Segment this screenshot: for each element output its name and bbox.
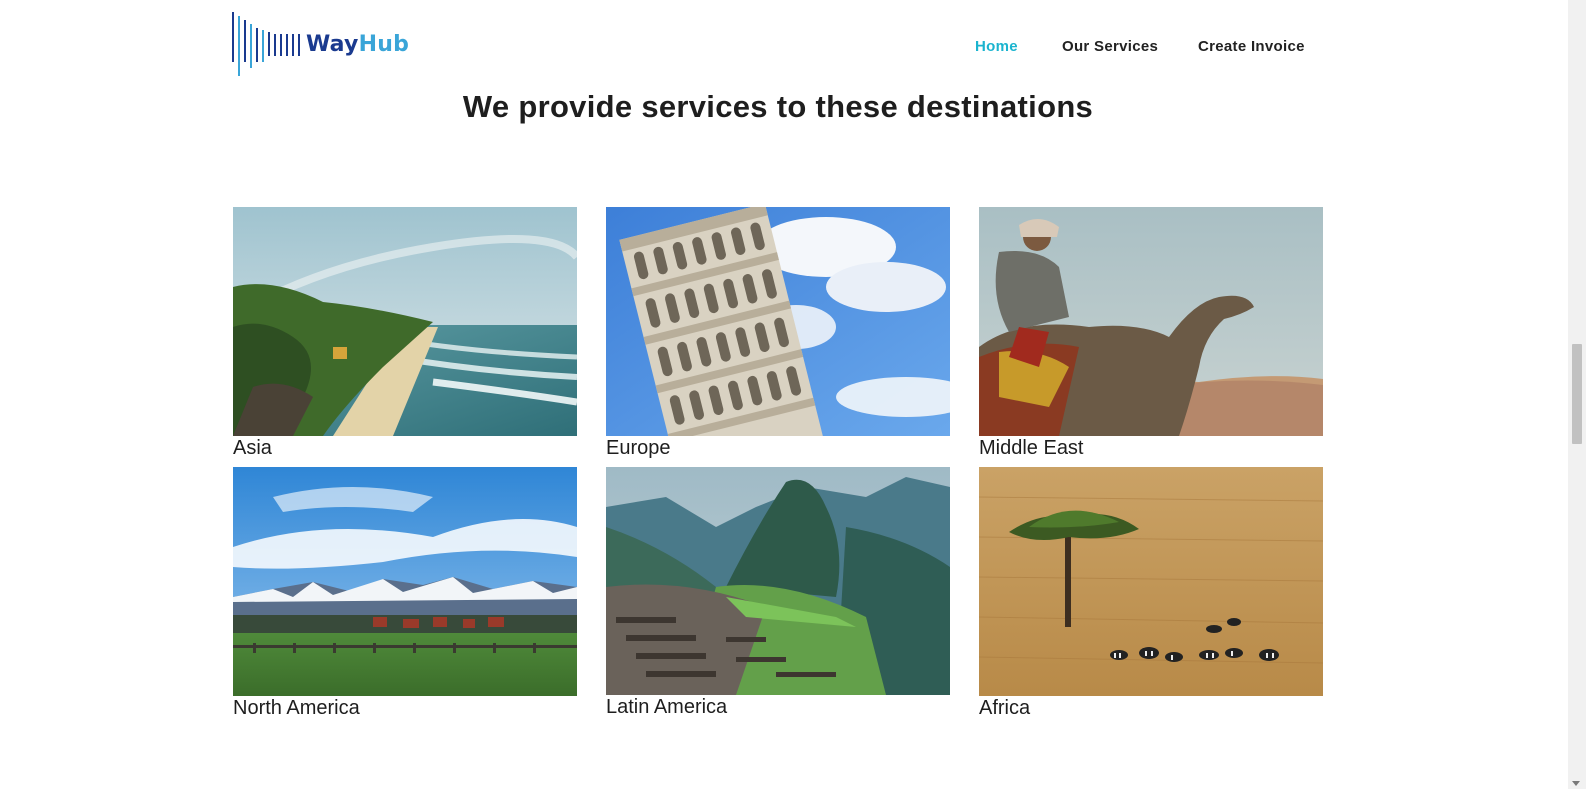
destination-label: Europe: [606, 437, 671, 459]
wayhub-logo[interactable]: WayHub: [232, 10, 409, 80]
destination-card-north-america[interactable]: North America: [233, 467, 577, 719]
vertical-scrollbar[interactable]: [1568, 0, 1586, 789]
logo-wordmark: WayHub: [306, 32, 409, 57]
destination-card-asia[interactable]: Asia: [233, 207, 577, 459]
logo-way-text: Way: [306, 32, 359, 57]
destination-label: North America: [233, 697, 360, 719]
north-america-image: [233, 467, 577, 696]
middle-east-image: [979, 207, 1323, 436]
section-title: We provide services to these destination…: [462, 89, 1094, 124]
destination-card-africa[interactable]: Africa: [979, 467, 1323, 719]
scroll-down-arrow-icon[interactable]: [1572, 781, 1580, 786]
destination-label: Asia: [233, 437, 272, 459]
logo-hub-text: Hub: [358, 32, 410, 57]
destination-card-latin-america[interactable]: Latin America: [606, 467, 950, 718]
destination-card-europe[interactable]: Europe: [606, 207, 950, 459]
site-header: WayHub Home Our Services Create Invoice: [0, 0, 1568, 90]
barcode-logo-icon: [232, 12, 300, 76]
page: WayHub Home Our Services Create Invoice …: [0, 0, 1596, 789]
destination-label: Middle East: [979, 437, 1084, 459]
nav-home-link[interactable]: Home: [975, 38, 1018, 55]
nav-our-services-link[interactable]: Our Services: [1062, 38, 1158, 55]
nav-create-invoice-link[interactable]: Create Invoice: [1198, 38, 1305, 55]
destination-card-middle-east[interactable]: Middle East: [979, 207, 1323, 459]
scrollbar-thumb[interactable]: [1572, 344, 1582, 444]
latin-america-image: [606, 467, 950, 695]
asia-image: [233, 207, 577, 436]
destination-label: Africa: [979, 697, 1031, 719]
africa-image: [979, 467, 1323, 696]
europe-image: [606, 207, 950, 436]
destination-label: Latin America: [606, 696, 728, 718]
